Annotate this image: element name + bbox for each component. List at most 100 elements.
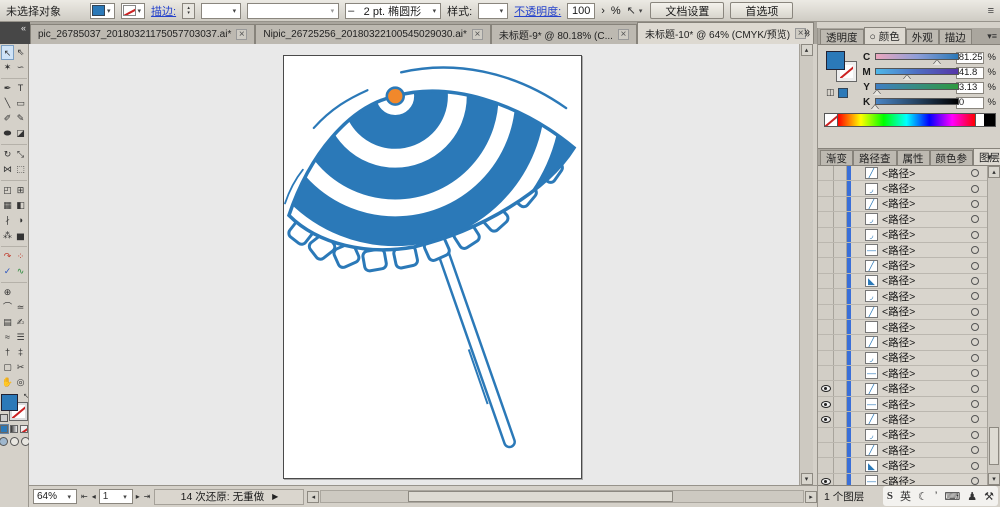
status-flyout-icon[interactable]: ▶ [272,492,278,501]
target-icon[interactable] [971,431,979,439]
tool-squiggle[interactable]: ≈ [1,330,14,345]
moon-icon[interactable]: ☾ [918,490,928,503]
target-icon[interactable] [971,446,979,454]
target-icon[interactable] [971,477,979,485]
channel-slider[interactable] [875,97,952,109]
document-tab[interactable]: 未标题-9* @ 80.18% (C... × [491,24,637,44]
slider-marker[interactable] [871,105,879,110]
tool-symbol-sprayer[interactable]: ⁂ [1,228,14,243]
default-colors-icon[interactable] [0,414,8,422]
visibility-toggle[interactable] [818,305,834,319]
scroll-track[interactable] [320,490,804,503]
tool-column-graph[interactable]: ▅ [14,228,27,243]
lock-toggle[interactable] [834,228,847,242]
layer-row[interactable]: ◣ <路径> [818,274,987,289]
gamut-warning[interactable]: ◫ [826,87,848,98]
next-artboard-icon[interactable]: ▸ [135,492,141,501]
layer-row[interactable]: ╱ <路径> [818,305,987,320]
slider-marker[interactable] [873,90,881,95]
preferences-button[interactable]: 首选项 [730,2,793,19]
lock-toggle[interactable] [834,428,847,442]
tool-slice[interactable]: ✂ [14,360,27,375]
tool-type[interactable]: T [14,81,27,96]
slider-track[interactable] [875,98,959,105]
lock-toggle[interactable] [834,458,847,472]
visibility-toggle[interactable] [818,397,834,411]
brush-definition-combo[interactable]: ▾ [247,3,339,19]
tool-check-tool[interactable]: ✓ [1,264,14,279]
tool-blend[interactable]: ◑ [14,213,27,228]
slider-marker[interactable] [903,75,911,80]
lock-toggle[interactable] [834,305,847,319]
visibility-toggle[interactable] [818,412,834,426]
panel-tab[interactable]: 颜色参 [930,150,974,165]
tool-direct-selection[interactable]: ⇖ [14,45,27,60]
opacity-spinner-icon[interactable]: › [601,5,605,17]
lock-toggle[interactable] [834,397,847,411]
last-artboard-icon[interactable]: ⇥ [143,492,152,501]
layer-row[interactable]: ◞ <路径> [818,351,987,366]
tool-gradient[interactable]: ◧ [14,198,27,213]
lock-toggle[interactable] [834,366,847,380]
visibility-toggle[interactable] [818,366,834,380]
layer-row[interactable]: ╱ <路径> [818,197,987,212]
target-icon[interactable] [971,185,979,193]
scroll-right-icon[interactable]: ▸ [805,491,817,503]
scroll-up-icon[interactable]: ▴ [988,166,1000,178]
channel-value[interactable]: 41.8 [956,67,984,79]
tool-wave-tool[interactable]: ∿ [14,264,27,279]
color-button[interactable] [0,425,8,433]
stroke-none-swatch[interactable] [123,5,136,16]
target-icon[interactable] [971,169,979,177]
target-icon[interactable] [971,215,979,223]
target-icon[interactable] [971,338,979,346]
panel-tab[interactable]: ○ 颜色 [864,27,906,44]
artboard[interactable] [283,55,582,479]
tools-panel-header[interactable]: « [0,22,30,44]
black-swatch[interactable] [984,114,995,126]
stroke-color-combo[interactable]: ▾ [121,3,146,19]
tool-lasso[interactable]: ∽ [14,60,27,75]
lock-toggle[interactable] [834,335,847,349]
gradient-button[interactable] [10,425,18,433]
visibility-toggle[interactable] [818,320,834,334]
close-icon[interactable]: × [618,29,629,40]
prev-artboard-icon[interactable]: ◂ [91,492,97,501]
tool-shape-builder[interactable]: ◰ [1,183,14,198]
tool-artboard[interactable]: ▢ [1,360,14,375]
scroll-left-icon[interactable]: ◂ [307,491,319,503]
target-icon[interactable] [971,231,979,239]
lock-toggle[interactable] [834,197,847,211]
sogou-logo[interactable]: S [887,490,893,502]
target-icon[interactable] [971,354,979,362]
layers-scrollbar[interactable]: ▴ ▾ [987,166,1000,485]
panel-tab[interactable]: 外观 [906,29,939,44]
lock-toggle[interactable] [834,212,847,226]
chevron-down-icon[interactable]: ▾ [637,7,645,15]
panel-tab[interactable]: 透明度 [820,29,864,44]
lock-toggle[interactable] [834,443,847,457]
chevron-down-icon[interactable]: ▾ [431,7,439,15]
tool-pen[interactable]: ✒ [1,81,14,96]
variable-width-combo[interactable]: – 2 pt. 椭圆形 ▾ [345,3,441,19]
visibility-toggle[interactable] [818,289,834,303]
target-icon[interactable] [971,400,979,408]
tool-hand[interactable]: ✋ [1,375,14,390]
layers-panel-menu-icon[interactable]: ▾≡ [987,152,997,163]
tool-envelope-warp[interactable]: ⌒ [1,300,14,315]
layer-row[interactable]: <路径> [818,320,987,335]
panel-tab[interactable]: 属性 [897,150,930,165]
layer-row[interactable]: ◞ <路径> [818,228,987,243]
visibility-toggle[interactable] [818,197,834,211]
channel-slider[interactable] [875,52,952,64]
lock-toggle[interactable] [834,166,847,180]
status-display[interactable]: 14 次还原: 无重做 ▶ [154,489,304,505]
layer-row[interactable]: — <路径> [818,397,987,412]
white-swatch[interactable] [975,114,984,126]
layer-row[interactable]: ╱ <路径> [818,412,987,427]
lock-toggle[interactable] [834,289,847,303]
target-icon[interactable] [971,385,979,393]
visibility-toggle[interactable] [818,335,834,349]
channel-value[interactable]: 0 [956,97,984,109]
lang-indicator[interactable]: 英 [900,488,911,504]
